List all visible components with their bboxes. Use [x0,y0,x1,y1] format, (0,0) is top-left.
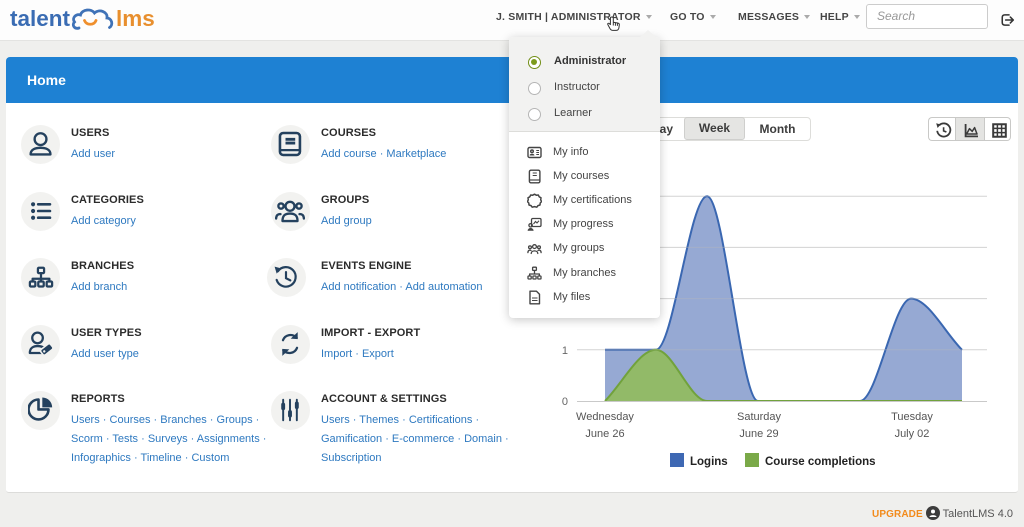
svg-text:Wednesday: Wednesday [576,411,634,423]
svg-text:June 26: June 26 [585,428,624,440]
svg-text:0: 0 [562,396,568,408]
svg-text:Saturday: Saturday [737,411,782,423]
svg-text:Tuesday: Tuesday [891,411,933,423]
svg-text:Course completions: Course completions [765,456,876,468]
svg-text:June 29: June 29 [739,428,778,440]
svg-text:July 02: July 02 [895,428,930,440]
svg-text:1: 1 [562,345,568,357]
svg-text:Logins: Logins [690,456,728,468]
